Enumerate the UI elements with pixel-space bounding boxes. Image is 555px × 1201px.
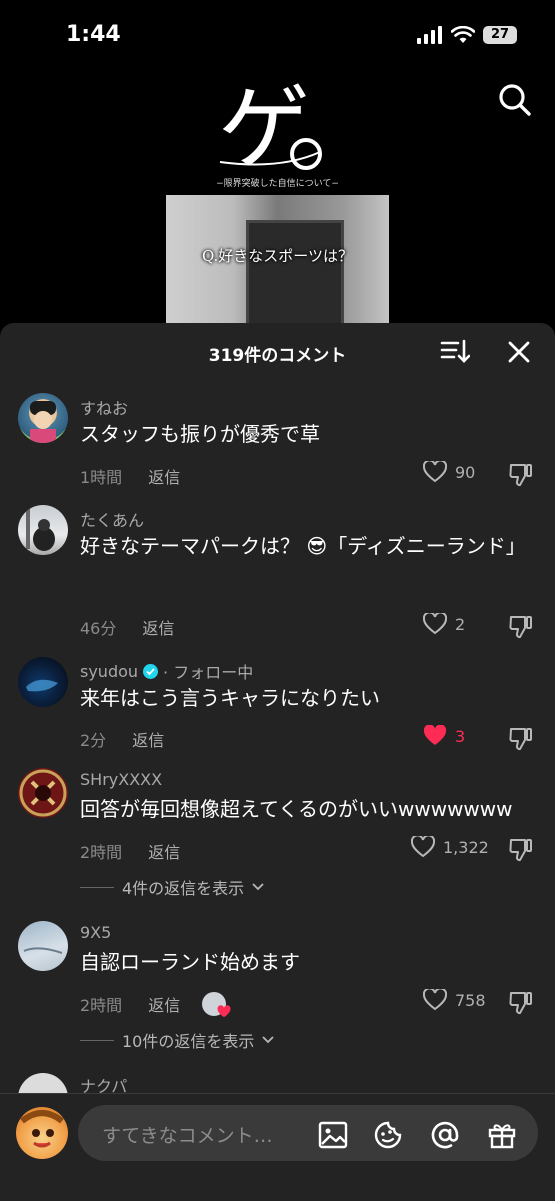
comment-text: スタッフも振りが優秀で草 <box>80 422 320 446</box>
dislike-icon <box>509 839 532 862</box>
sort-button[interactable] <box>440 339 471 365</box>
like-count: 3 <box>455 726 466 746</box>
username[interactable]: syudou <box>80 662 138 681</box>
like-button[interactable]: 2 <box>423 613 465 635</box>
avatar[interactable] <box>18 657 68 707</box>
sheet-header: 319件のコメント <box>0 323 555 379</box>
comment-text: 来年はこう言うキャラになりたい <box>80 686 380 710</box>
gift-button[interactable] <box>487 1120 517 1150</box>
heart-icon <box>411 836 435 858</box>
comment-input[interactable]: すてきなコメント… <box>78 1105 538 1161</box>
video-player[interactable]: ゲ −限界突破した自信について− Q.好きなスポーツは？ <box>0 0 555 330</box>
dislike-icon <box>509 464 532 487</box>
like-count: 1,322 <box>443 837 489 857</box>
comment-time: 46分 <box>80 619 117 638</box>
video-logo: ゲ <box>210 62 350 182</box>
my-avatar[interactable] <box>16 1107 68 1159</box>
video-caption: Q.好きなスポーツは？ <box>201 247 354 265</box>
chevron-down-icon <box>252 883 264 891</box>
dislike-icon <box>509 616 532 639</box>
mention-icon <box>431 1121 459 1149</box>
username[interactable]: SHryXXXX <box>80 770 162 789</box>
avatar[interactable] <box>18 505 68 555</box>
reply-button[interactable]: 返信 <box>132 727 164 751</box>
door-image <box>246 220 344 330</box>
comment-time: 1時間 <box>80 468 123 487</box>
comment-input-placeholder: すてきなコメント… <box>102 1125 273 1147</box>
view-replies-button[interactable]: 4件の返信を表示 <box>80 875 264 899</box>
like-count: 2 <box>455 614 466 634</box>
divider <box>80 886 114 888</box>
like-button[interactable]: 90 <box>423 461 475 483</box>
reply-button[interactable]: 返信 <box>148 992 180 1016</box>
heart-icon <box>423 613 447 635</box>
creator-liked-avatar <box>202 992 231 1018</box>
avatar[interactable] <box>18 393 68 443</box>
dislike-button[interactable] <box>508 989 534 1015</box>
comment-time: 2時間 <box>80 843 123 862</box>
logo-subtitle: −限界突破した自信について− <box>216 179 339 189</box>
heart-icon <box>423 989 447 1011</box>
avatar[interactable] <box>18 768 68 818</box>
like-count: 758 <box>455 990 486 1010</box>
sort-icon <box>440 339 471 363</box>
image-button[interactable] <box>318 1120 348 1150</box>
like-button[interactable]: 3 <box>423 725 465 747</box>
view-replies-label: 4件の返信を表示 <box>122 879 245 898</box>
search-icon <box>499 84 531 116</box>
emoji-button[interactable] <box>373 1120 403 1150</box>
reply-button[interactable]: 返信 <box>148 464 180 488</box>
username[interactable]: 9X5 <box>80 923 111 942</box>
close-icon <box>508 341 530 363</box>
heart-icon <box>423 461 447 483</box>
heart-icon <box>217 1005 231 1018</box>
verified-badge-icon <box>143 663 159 679</box>
video-frame: Q.好きなスポーツは？ <box>166 195 389 330</box>
mention-button[interactable] <box>430 1120 460 1150</box>
like-button[interactable]: 758 <box>423 989 486 1011</box>
chevron-down-icon <box>262 1036 275 1044</box>
reply-button[interactable]: 返信 <box>142 615 174 639</box>
comment-text: 好きなテーマパークは？ 😎「ディズニーランド」 <box>80 534 526 558</box>
dislike-button[interactable] <box>508 461 534 487</box>
comment-time: 2時間 <box>80 996 123 1015</box>
dislike-icon <box>509 992 532 1015</box>
reply-button[interactable]: 返信 <box>148 839 180 863</box>
close-button[interactable] <box>506 339 532 365</box>
like-count: 90 <box>455 462 476 482</box>
view-replies-button[interactable]: 10件の返信を表示 <box>80 1028 275 1052</box>
dislike-button[interactable] <box>508 836 534 862</box>
comment-time: 2分 <box>80 731 107 750</box>
emoji-icon <box>374 1121 402 1149</box>
dislike-icon <box>509 728 532 751</box>
comment-composer: すてきなコメント… <box>0 1093 555 1201</box>
heart-icon <box>423 725 447 745</box>
view-replies-label: 10件の返信を表示 <box>122 1032 255 1051</box>
dislike-button[interactable] <box>508 725 534 751</box>
avatar[interactable] <box>18 921 68 971</box>
comment-count: 319件のコメント <box>208 346 347 366</box>
divider <box>80 1039 114 1041</box>
gift-icon <box>488 1124 516 1149</box>
logo-glyph: ゲ <box>218 75 311 182</box>
search-button[interactable] <box>497 82 533 118</box>
dislike-button[interactable] <box>508 613 534 639</box>
comment-text: 回答が毎回想像超えてくるのがいいwwwwwww <box>80 797 513 821</box>
comment-sheet: 319件のコメント すねお スタッフも振りが優秀で草 1時間 返信 90 たくあ… <box>0 323 555 1200</box>
comment-text: 自認ローランド始めます <box>80 950 300 974</box>
image-icon <box>318 1121 348 1149</box>
like-button[interactable]: 1,322 <box>411 836 489 858</box>
